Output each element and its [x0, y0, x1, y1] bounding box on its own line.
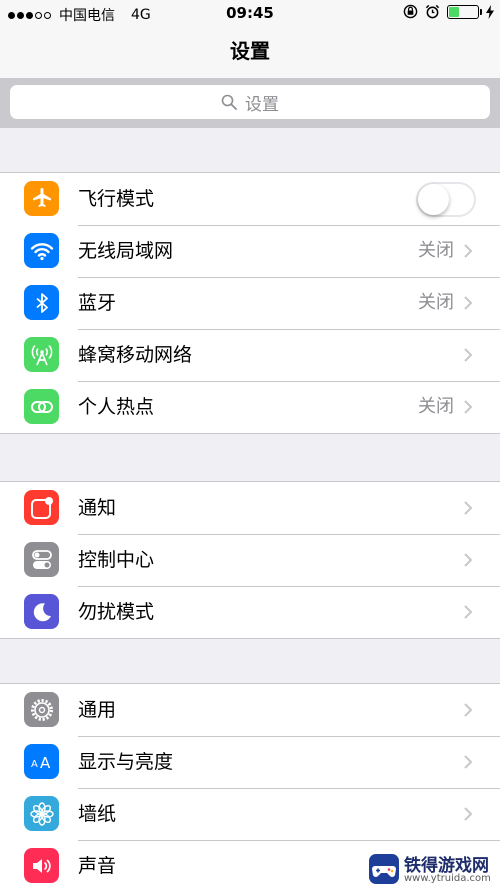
- row-wallpaper[interactable]: 墙纸: [0, 788, 500, 841]
- row-general[interactable]: 通用: [0, 684, 500, 737]
- status-bar: 中国电信 4G 09:45: [0, 0, 500, 26]
- row-personal-hotspot[interactable]: 个人热点 关闭: [0, 381, 500, 433]
- navigation-bar: 设置: [0, 26, 500, 78]
- battery-icon: [447, 4, 482, 19]
- row-label: 显示与亮度: [78, 751, 174, 773]
- chevron-right-icon: [464, 807, 473, 821]
- svg-text:A: A: [31, 759, 38, 770]
- row-value: 关闭: [418, 292, 454, 313]
- row-display-brightness[interactable]: A A 显示与亮度: [0, 736, 500, 789]
- row-label: 墙纸: [78, 803, 117, 825]
- bluetooth-icon: [24, 285, 59, 320]
- wifi-icon: [24, 233, 59, 268]
- sound-icon: [24, 848, 59, 883]
- cellular-icon: [24, 337, 59, 372]
- chevron-right-icon: [464, 605, 473, 619]
- row-notifications[interactable]: 通知: [0, 482, 500, 535]
- settings-group-notifications: 通知 控制中心 勿扰模式: [0, 481, 500, 639]
- airplane-icon: [24, 181, 59, 216]
- moon-icon: [24, 594, 59, 629]
- row-value: 关闭: [418, 396, 454, 417]
- row-label: 无线局域网: [78, 240, 174, 262]
- row-do-not-disturb[interactable]: 勿扰模式: [0, 586, 500, 638]
- chevron-right-icon: [464, 553, 473, 567]
- airplane-mode-toggle[interactable]: [416, 182, 476, 217]
- row-label: 蓝牙: [78, 292, 117, 314]
- row-label: 蜂窝移动网络: [78, 344, 193, 366]
- display-brightness-icon: A A: [24, 744, 59, 779]
- row-airplane-mode[interactable]: 飞行模式: [0, 173, 500, 226]
- row-label: 控制中心: [78, 549, 155, 571]
- hotspot-icon: [24, 389, 59, 424]
- row-bluetooth[interactable]: 蓝牙 关闭: [0, 277, 500, 330]
- charging-bolt-icon: [486, 4, 494, 19]
- row-value: 关闭: [418, 240, 454, 261]
- row-wifi[interactable]: 无线局域网 关闭: [0, 225, 500, 278]
- row-label: 通用: [78, 699, 117, 721]
- row-cellular[interactable]: 蜂窝移动网络: [0, 329, 500, 382]
- chevron-right-icon: [464, 400, 473, 414]
- row-label: 飞行模式: [78, 188, 155, 210]
- row-label: 通知: [78, 497, 117, 519]
- search-input[interactable]: 设置: [10, 85, 490, 119]
- row-label: 个人热点: [78, 396, 155, 418]
- status-right: [403, 4, 494, 19]
- row-label: 声音: [78, 855, 117, 877]
- chevron-right-icon: [464, 348, 473, 362]
- gamepad-logo-icon: [369, 854, 399, 884]
- notifications-icon: [24, 490, 59, 525]
- row-control-center[interactable]: 控制中心: [0, 534, 500, 587]
- page-title: 设置: [230, 39, 270, 63]
- control-center-icon: [24, 542, 59, 577]
- search-area: 设置: [0, 78, 500, 128]
- search-placeholder: 设置: [245, 94, 279, 115]
- chevron-right-icon: [464, 244, 473, 258]
- settings-group-connectivity: 飞行模式 无线局域网 关闭 蓝牙 关闭 蜂窝移动网络 个人热点 关闭: [0, 172, 500, 434]
- svg-text:A: A: [40, 754, 51, 772]
- watermark-url: www.ytruida.com: [404, 873, 491, 884]
- rotation-lock-icon: [403, 4, 418, 19]
- watermark: 铁得游戏网 www.ytruida.com: [368, 849, 494, 889]
- chevron-right-icon: [464, 296, 473, 310]
- chevron-right-icon: [464, 703, 473, 717]
- chevron-right-icon: [464, 501, 473, 515]
- search-icon: [221, 94, 237, 110]
- alarm-icon: [425, 4, 440, 19]
- chevron-right-icon: [464, 755, 473, 769]
- gear-icon: [24, 692, 59, 727]
- row-label: 勿扰模式: [78, 601, 155, 623]
- wallpaper-icon: [24, 796, 59, 831]
